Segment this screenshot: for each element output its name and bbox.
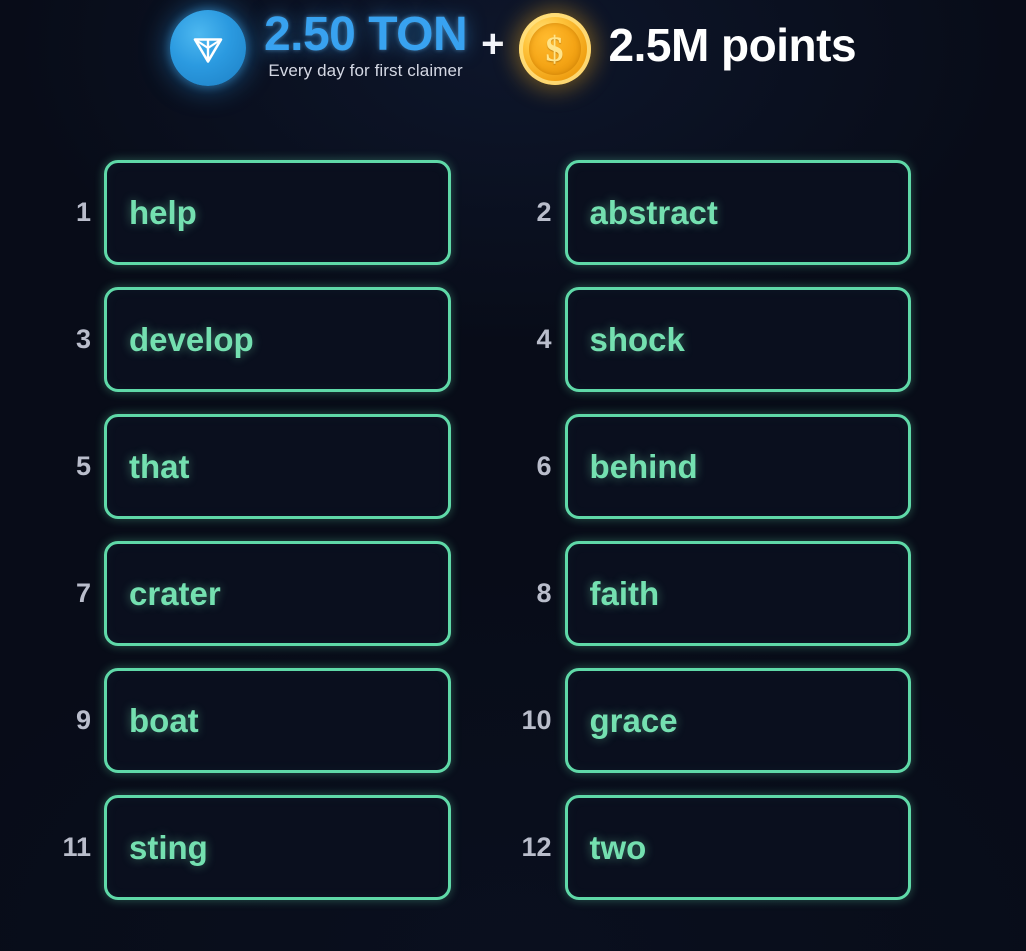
- seed-word-row-8: 8 faith: [518, 541, 911, 646]
- seed-word-label: abstract: [589, 194, 718, 231]
- seed-word-box-3[interactable]: develop: [104, 287, 451, 392]
- seed-word-label: shock: [589, 321, 685, 358]
- seed-word-index: 5: [75, 451, 91, 481]
- seed-word-box-7[interactable]: crater: [104, 541, 451, 646]
- seed-word-index: 8: [536, 578, 552, 608]
- reward-header: 2.50 TON Every day for first claimer + $…: [0, 0, 1026, 100]
- seed-word-label: help: [129, 194, 197, 231]
- seed-word-row-1: 1 help: [57, 160, 451, 265]
- seed-word-label: sting: [129, 829, 208, 866]
- seed-word-label: that: [129, 448, 190, 485]
- seed-word-row-9: 9 boat: [57, 668, 451, 773]
- reward-header-content: 2.50 TON Every day for first claimer + $…: [169, 0, 857, 86]
- seed-word-row-5: 5 that: [57, 414, 451, 519]
- seed-word-row-10: 10 grace: [518, 668, 911, 773]
- seed-word-label: crater: [129, 575, 221, 612]
- ton-reward-text-group: 2.50 TON Every day for first claimer: [263, 8, 468, 81]
- seed-word-row-4: 4 shock: [518, 287, 911, 392]
- plus-separator-icon: +: [481, 22, 505, 66]
- seed-word-index: 1: [75, 197, 91, 227]
- seed-word-index: 2: [536, 197, 552, 227]
- seed-word-index: 3: [75, 324, 91, 354]
- seed-word-row-11: 11 sting: [57, 795, 451, 900]
- seed-word-box-9[interactable]: boat: [104, 668, 451, 773]
- seed-word-index: 10: [521, 705, 552, 735]
- ton-amount-label: 2.50 TON: [263, 8, 468, 61]
- seed-word-box-10[interactable]: grace: [564, 668, 911, 773]
- seed-word-box-4[interactable]: shock: [564, 287, 911, 392]
- seed-word-index: 7: [75, 578, 91, 608]
- seed-word-row-3: 3 develop: [57, 287, 451, 392]
- seed-word-label: boat: [129, 702, 199, 739]
- seed-word-box-5[interactable]: that: [104, 414, 451, 519]
- seed-word-row-2: 2 abstract: [518, 160, 911, 265]
- seed-word-index: 6: [536, 451, 552, 481]
- seed-word-row-7: 7 crater: [57, 541, 451, 646]
- ton-diamond-icon: [169, 10, 246, 86]
- seed-word-box-8[interactable]: faith: [564, 541, 911, 646]
- seed-word-label: faith: [589, 575, 660, 612]
- seed-word-row-12: 12 two: [518, 795, 911, 900]
- coin-inner-face: $: [528, 23, 581, 75]
- seed-word-box-11[interactable]: sting: [104, 795, 451, 900]
- points-amount-label: 2.5M points: [608, 19, 857, 71]
- seed-word-row-6: 6 behind: [518, 414, 911, 519]
- seed-word-box-1[interactable]: help: [104, 160, 451, 265]
- gold-coin-dollar-icon: $: [518, 13, 591, 85]
- seed-word-label: behind: [589, 448, 698, 485]
- seed-word-box-12[interactable]: two: [564, 795, 911, 900]
- seed-word-box-6[interactable]: behind: [564, 414, 911, 519]
- seed-word-index: 9: [75, 705, 91, 735]
- seed-word-index: 11: [62, 832, 91, 862]
- seed-word-box-2[interactable]: abstract: [564, 160, 911, 265]
- dollar-sign-glyph: $: [545, 29, 564, 69]
- seed-word-label: two: [589, 829, 647, 866]
- ton-subtitle-label: Every day for first claimer: [268, 61, 463, 81]
- seed-word-label: develop: [129, 321, 254, 358]
- seed-word-label: grace: [589, 702, 678, 739]
- seed-word-index: 4: [536, 324, 552, 354]
- seed-word-index: 12: [521, 832, 552, 862]
- seed-phrase-grid: 1 help 2 abstract 3 develop 4 shock 5 th…: [0, 160, 1026, 900]
